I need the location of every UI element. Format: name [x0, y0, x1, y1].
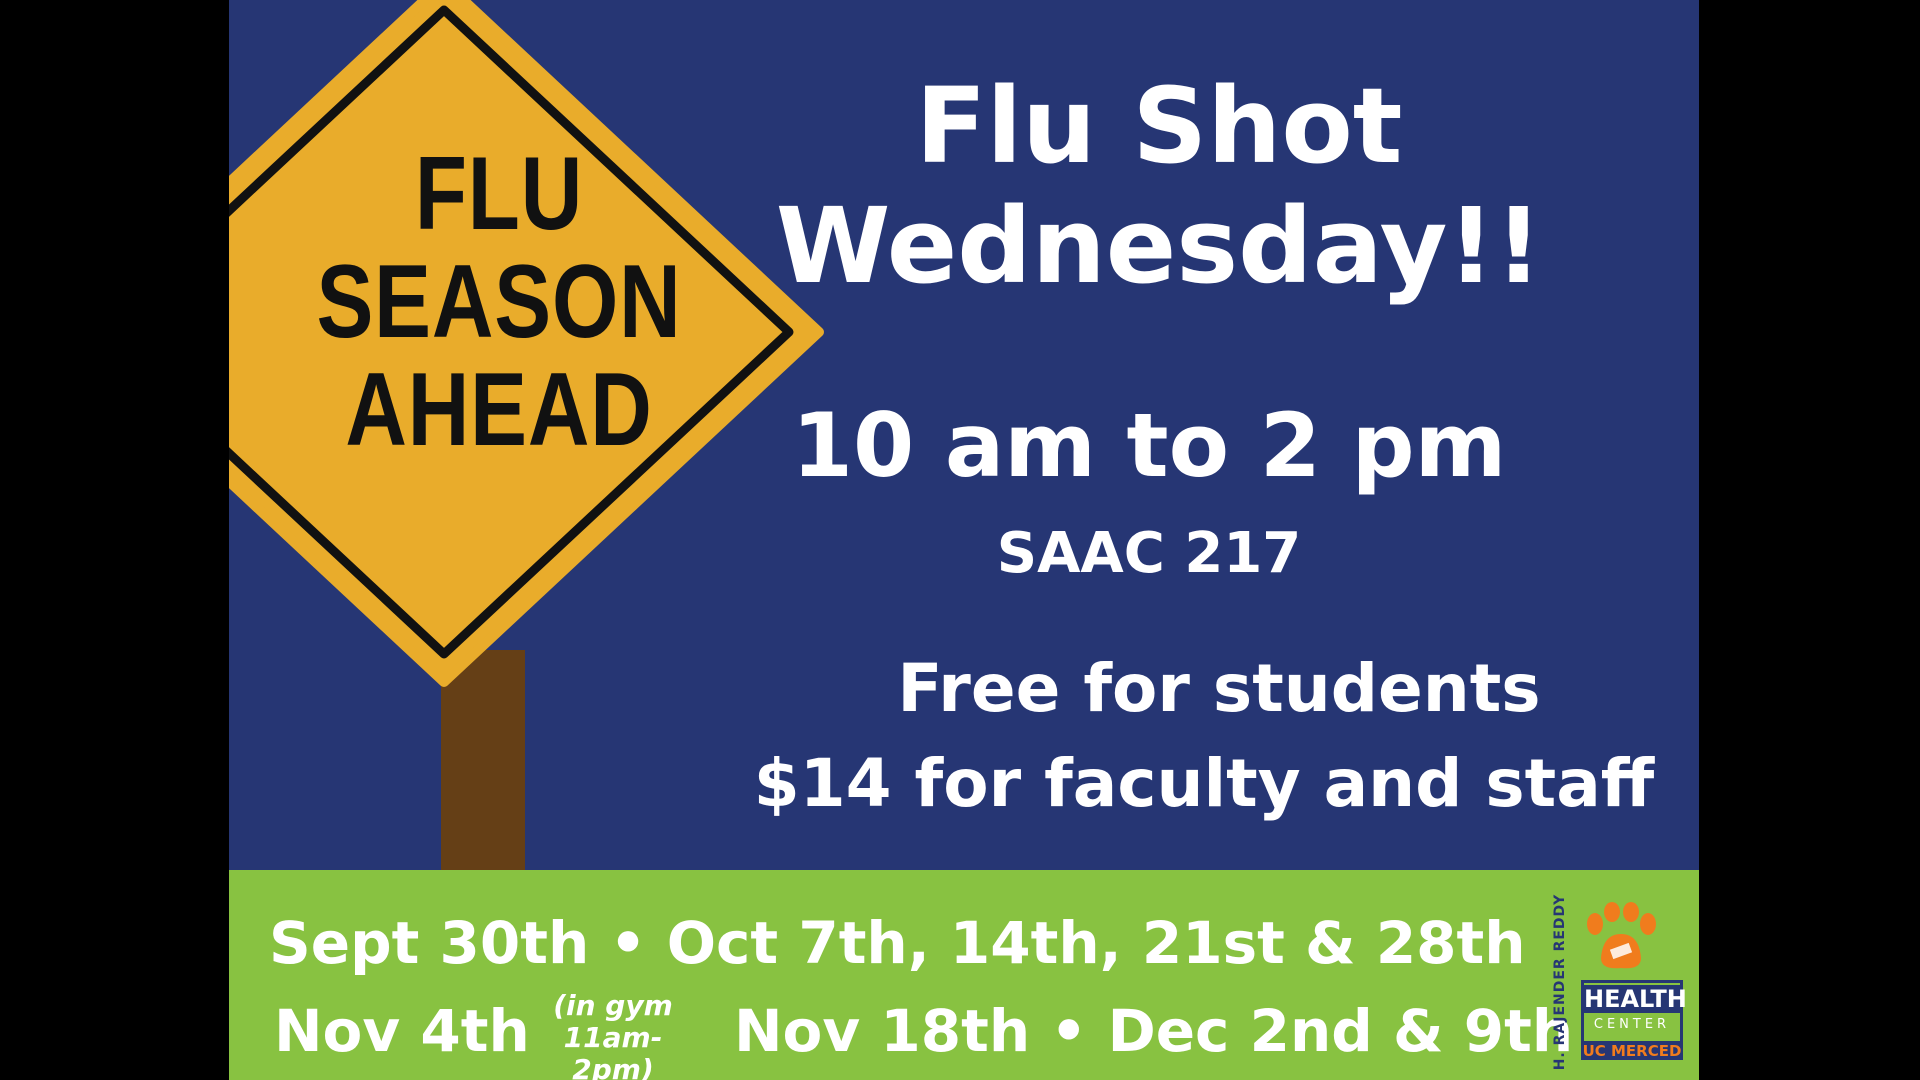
headline-line-2: Wednesday!! [775, 185, 1543, 307]
event-time: 10 am to 2 pm [791, 394, 1507, 497]
sign-line-season: SEASON [316, 244, 682, 360]
faculty-price: $14 for faculty and staff [753, 745, 1655, 822]
gym-note-location: (in gym [553, 989, 673, 1022]
sign-text: FLU SEASON AHEAD [278, 140, 721, 464]
headline-line-1: Flu Shot [915, 65, 1403, 187]
logo-university: UC MERCED [1581, 1042, 1683, 1060]
dates-nov-4: Nov 4th [274, 997, 530, 1065]
logo-center: CENTER [1593, 1017, 1671, 1032]
health-center-logo: H. RAJENDER REDDY HEALTH CENTER UC MERCE… [1545, 894, 1695, 1071]
dates-line-1: Sept 30th • Oct 7th, 14th, 21st & 28th [269, 909, 1526, 977]
logo-health: HEALTH [1584, 985, 1687, 1013]
sign-line-ahead: AHEAD [345, 352, 653, 468]
gym-note: (in gym 11am-2pm) [533, 990, 693, 1080]
health-box: HEALTH CENTER [1581, 980, 1687, 1044]
paw-icon [1587, 902, 1656, 969]
logo-vertical-text: H. RAJENDER REDDY [1545, 894, 1575, 1071]
sign-line-flu: FLU [414, 136, 584, 252]
gym-note-hours: 11am-2pm) [563, 1021, 663, 1080]
event-room: SAAC 217 [996, 521, 1302, 586]
student-price: Free for students [897, 650, 1541, 727]
flu-poster: FLU SEASON AHEAD Flu Shot Wednesday!! 10… [229, 0, 1699, 1080]
dates-line-2-end: Nov 18th • Dec 2nd & 9th [734, 997, 1574, 1065]
logo-name: H. RAJENDER REDDY [1552, 893, 1568, 1071]
